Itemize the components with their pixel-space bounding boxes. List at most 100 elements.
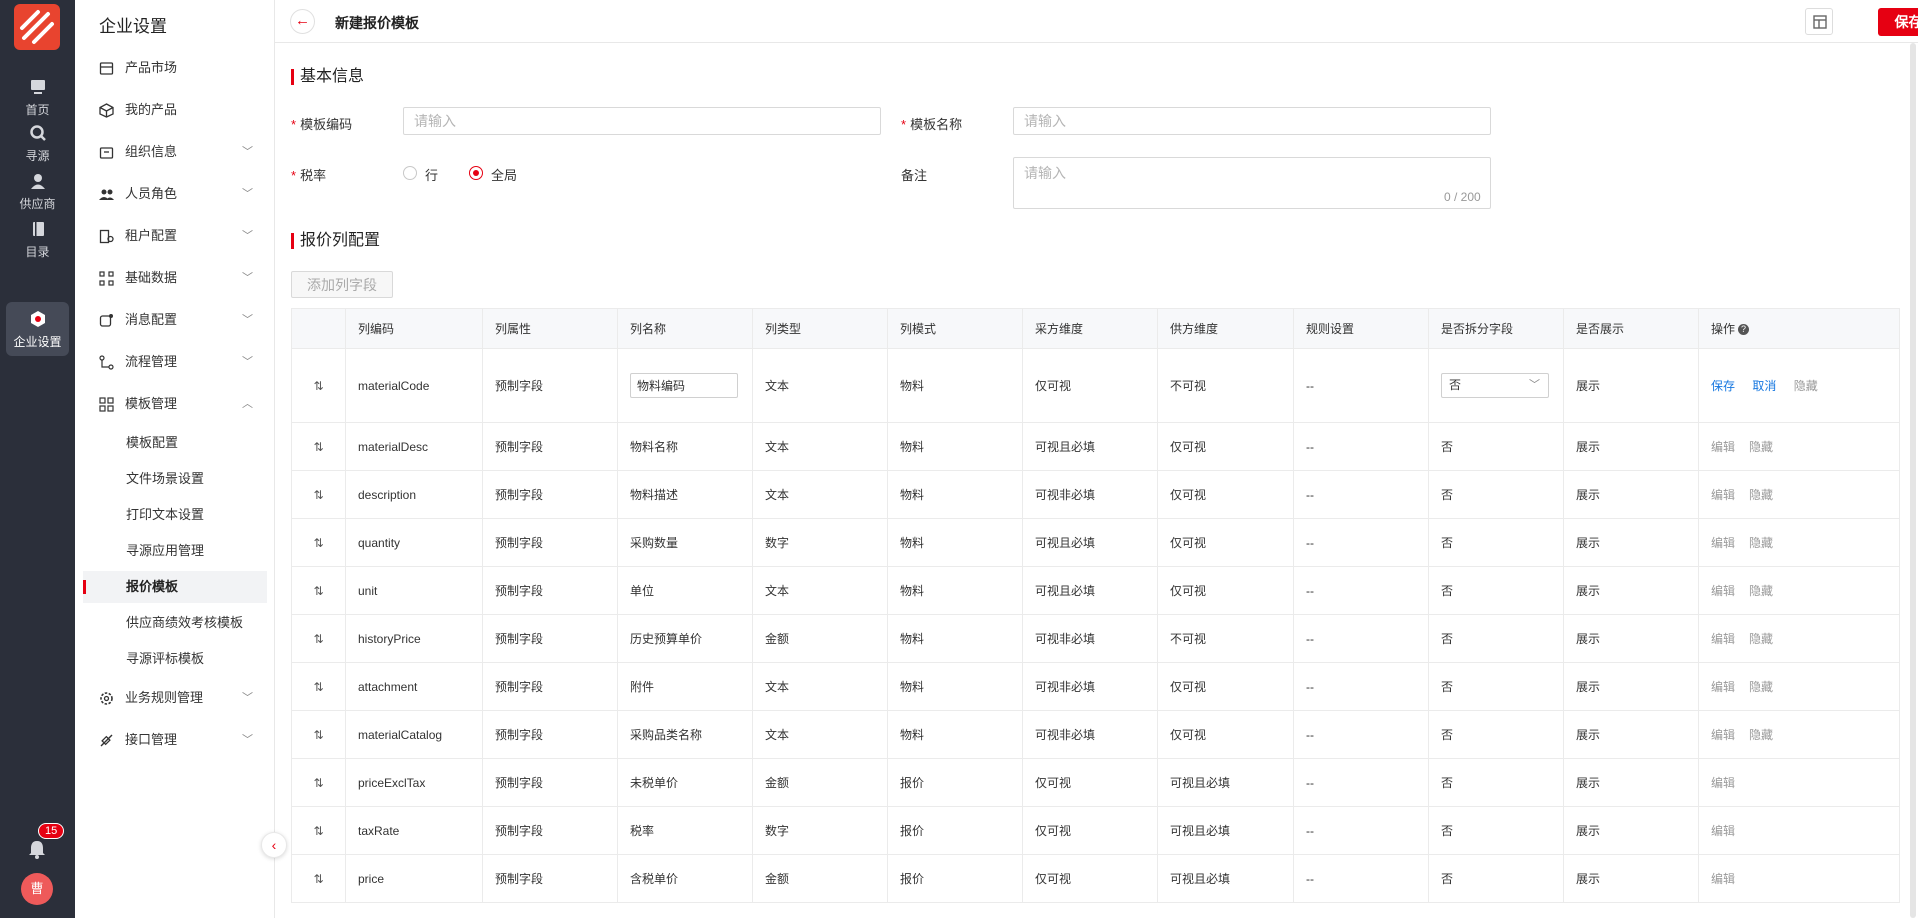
drag-handle-icon[interactable]: ⇅ <box>291 470 346 519</box>
cell-supplier: 仅可视 <box>1157 662 1294 711</box>
row-edit-link[interactable]: 编辑 <box>1711 488 1735 502</box>
table-row-editing: ⇅ materialCode 预制字段 文本 物料 仅可视 不可视 -- 否﹀ … <box>291 348 1900 423</box>
table-row: ⇅ materialDesc 预制字段 物料名称 文本 物料 可视且必填 仅可视 -- 否展示 编辑… <box>291 422 1900 471</box>
menu-item-label: 流程管理 <box>125 354 178 369</box>
cell-mode: 报价 <box>887 806 1023 855</box>
drag-handle-icon[interactable]: ⇅ <box>291 710 346 759</box>
sub-item-sourcing-evaluation-template[interactable]: 寻源评标模板 <box>83 643 267 675</box>
cell-show: 展示 <box>1563 710 1699 759</box>
template-name-input[interactable] <box>1013 107 1491 135</box>
cell-rule: -- <box>1293 348 1429 423</box>
cell-code: materialCode <box>345 348 483 423</box>
collapse-menu-button[interactable]: ‹ <box>261 832 287 858</box>
bell-icon[interactable] <box>26 838 48 860</box>
row-edit-link[interactable]: 编辑 <box>1711 824 1735 838</box>
row-hide-link[interactable]: 隐藏 <box>1749 440 1773 454</box>
menu-item-flow-management[interactable]: 流程管理 ﹀ <box>83 345 267 379</box>
drag-handle-icon[interactable]: ⇅ <box>291 614 346 663</box>
menu-item-org-info[interactable]: 组织信息 ﹀ <box>83 135 267 169</box>
row-edit-link[interactable]: 编辑 <box>1711 872 1735 886</box>
menu-item-interface-management[interactable]: 接口管理 ﹀ <box>83 723 267 757</box>
cell-name: 历史预算单价 <box>617 614 753 663</box>
menu-item-template-management[interactable]: 模板管理 ︿ <box>83 387 267 421</box>
row-edit-link[interactable]: 编辑 <box>1711 440 1735 454</box>
rail-item-label: 首页 <box>25 103 50 117</box>
remark-textarea[interactable] <box>1013 157 1491 209</box>
add-column-field-button[interactable]: 添加列字段 <box>291 271 393 298</box>
sub-item-quote-template[interactable]: 报价模板 <box>83 571 267 603</box>
save-button[interactable]: 保存 <box>1878 8 1918 36</box>
template-code-label: * 模板编码 <box>291 114 352 133</box>
menu-item-my-products[interactable]: 我的产品 <box>83 93 267 127</box>
menu-item-tenant-config[interactable]: 租户配置 ﹀ <box>83 219 267 253</box>
menu-item-message-config[interactable]: 消息配置 ﹀ <box>83 303 267 337</box>
rail-item-enterprise-settings[interactable]: 企业设置 <box>6 302 69 356</box>
cell-split: 否 <box>1428 806 1564 855</box>
row-save-link[interactable]: 保存 <box>1711 379 1735 393</box>
sub-item-supplier-performance-template[interactable]: 供应商绩效考核模板 <box>83 607 267 639</box>
drag-handle-icon[interactable]: ⇅ <box>291 348 346 423</box>
menu-item-business-rules[interactable]: 业务规则管理 ﹀ <box>83 681 267 715</box>
column-name-input[interactable] <box>630 373 738 398</box>
rail-item-supplier[interactable]: 供应商 <box>6 164 69 218</box>
row-hide-link[interactable]: 隐藏 <box>1749 632 1773 646</box>
drag-handle-icon[interactable]: ⇅ <box>291 566 346 615</box>
row-edit-link[interactable]: 编辑 <box>1711 584 1735 598</box>
cell-show: 展示 <box>1563 614 1699 663</box>
cell-mode: 物料 <box>887 470 1023 519</box>
drag-handle-icon[interactable]: ⇅ <box>291 518 346 567</box>
rail-item-catalog[interactable]: 目录 <box>6 212 69 266</box>
back-button[interactable]: ← <box>290 9 315 34</box>
radio-label: 行 <box>425 168 439 183</box>
table-header: 是否拆分字段 <box>1428 308 1564 349</box>
menu-item-personnel-roles[interactable]: 人员角色 ﹀ <box>83 177 267 211</box>
cell-show: 展示 <box>1563 518 1699 567</box>
rail-item-sourcing[interactable]: 寻源 <box>6 116 69 170</box>
cell-code: attachment <box>345 662 483 711</box>
template-code-input[interactable] <box>403 107 881 135</box>
cell-type: 文本 <box>752 710 888 759</box>
cell-rule: -- <box>1293 854 1429 903</box>
radio-circle <box>469 166 483 180</box>
sub-item-print-text-settings[interactable]: 打印文本设置 <box>83 499 267 531</box>
drag-handle-icon[interactable]: ⇅ <box>291 662 346 711</box>
cell-mode: 报价 <box>887 758 1023 807</box>
row-hide-link[interactable]: 隐藏 <box>1749 680 1773 694</box>
row-hide-link[interactable]: 隐藏 <box>1749 536 1773 550</box>
menu-item-product-market[interactable]: 产品市场 <box>83 51 267 85</box>
template-icon <box>99 397 114 412</box>
select-value: 否 <box>1449 378 1462 392</box>
row-edit-link[interactable]: 编辑 <box>1711 632 1735 646</box>
row-hide-link[interactable]: 隐藏 <box>1749 728 1773 742</box>
chevron-down-icon: ﹀ <box>242 272 253 284</box>
app-logo[interactable] <box>14 4 60 50</box>
row-edit-link[interactable]: 编辑 <box>1711 728 1735 742</box>
cell-ops: 编辑 隐藏 <box>1698 566 1900 615</box>
drag-handle-icon[interactable]: ⇅ <box>291 806 346 855</box>
layout-toggle-button[interactable] <box>1805 8 1833 35</box>
row-hide-link[interactable]: 隐藏 <box>1794 379 1818 393</box>
drag-handle-icon[interactable]: ⇅ <box>291 758 346 807</box>
tax-rate-label-text: 税率 <box>300 168 327 183</box>
page-scrollbar[interactable] <box>1910 43 1916 918</box>
split-field-select[interactable]: 否 ﹀ <box>1441 373 1549 398</box>
cell-attr: 预制字段 <box>482 758 618 807</box>
cell-show: 展示 <box>1563 422 1699 471</box>
drag-handle-icon[interactable]: ⇅ <box>291 854 346 903</box>
sub-item-sourcing-app-management[interactable]: 寻源应用管理 <box>83 535 267 567</box>
row-cancel-link[interactable]: 取消 <box>1752 379 1776 393</box>
avatar[interactable]: 曹 <box>21 873 53 905</box>
help-icon[interactable]: ? <box>1738 324 1750 335</box>
menu-item-basic-data[interactable]: 基础数据 ﹀ <box>83 261 267 295</box>
sub-item-template-config[interactable]: 模板配置 <box>83 427 267 459</box>
cell-mode: 物料 <box>887 422 1023 471</box>
drag-handle-icon[interactable]: ⇅ <box>291 422 346 471</box>
row-hide-link[interactable]: 隐藏 <box>1749 584 1773 598</box>
row-edit-link[interactable]: 编辑 <box>1711 680 1735 694</box>
table-header-actions: 操作? <box>1698 308 1900 349</box>
row-edit-link[interactable]: 编辑 <box>1711 536 1735 550</box>
row-edit-link[interactable]: 编辑 <box>1711 776 1735 790</box>
plug-icon <box>100 734 113 747</box>
sub-item-file-scene-settings[interactable]: 文件场景设置 <box>83 463 267 495</box>
row-hide-link[interactable]: 隐藏 <box>1749 488 1773 502</box>
